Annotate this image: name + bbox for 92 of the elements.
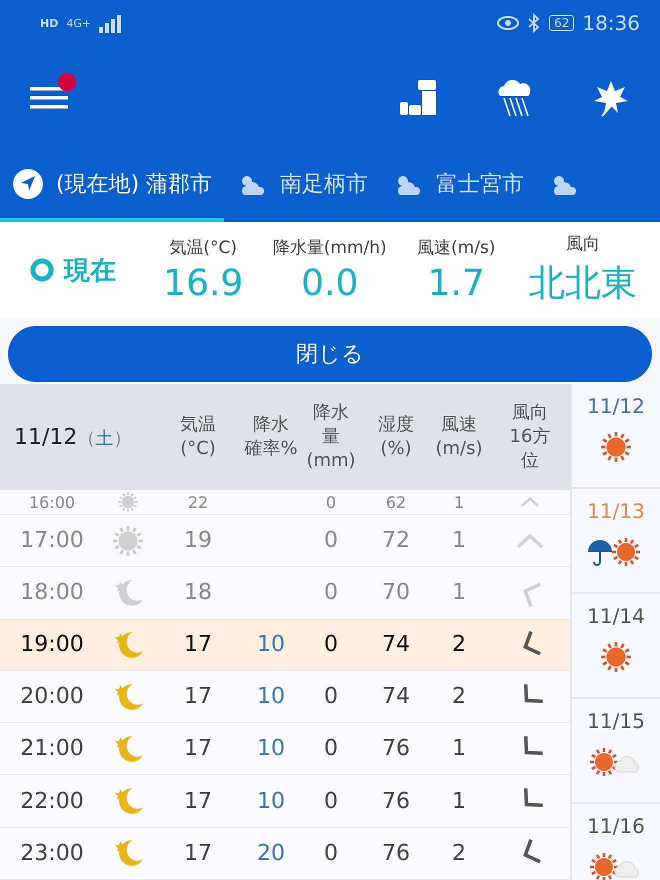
rain-probability-cell-text: 20: [256, 840, 286, 866]
day-card[interactable]: 11/14: [572, 594, 660, 699]
day-date: 11/14: [587, 604, 645, 628]
wind-speed-cell-text: 2: [451, 684, 467, 710]
temperature-cell-text: 19: [183, 528, 213, 554]
temperature-cell-text: 17: [183, 632, 213, 658]
humidity-cell-text: 74: [381, 632, 411, 658]
time-cell-text: 23:00: [19, 840, 85, 866]
rain-amount-cell-text: 0: [323, 580, 339, 606]
day-date: 11/13: [587, 499, 645, 523]
maple-leaf-button[interactable]: [592, 79, 630, 117]
temperature-cell-text: 17: [183, 840, 213, 866]
current-field-value: 0.0: [301, 263, 358, 304]
time-cell-text: 17:00: [19, 528, 85, 554]
wind-speed-cell-text: 1: [452, 492, 466, 512]
column-heading: 気温 (°C): [179, 412, 217, 462]
sun-icon: [118, 492, 138, 512]
day-date: 11/12: [587, 394, 645, 418]
column-heading: 風速 (m/s): [434, 412, 484, 462]
humidity-cell-text: 76: [381, 840, 411, 866]
rain-amount-cell-text: 0: [323, 840, 339, 866]
time-cell-text: 22:00: [19, 788, 85, 814]
time-cell-text: 21:00: [19, 736, 85, 762]
day-date: 11/16: [587, 814, 645, 838]
rain-amount-cell-text: 0: [323, 736, 339, 762]
status-text: 4G+: [66, 16, 92, 30]
bluetooth-icon: [527, 13, 542, 33]
current-field-label: 風向: [566, 233, 600, 255]
current-field-value: 1.7: [428, 263, 485, 304]
blocks-button[interactable]: [400, 80, 438, 116]
moon-icon: [115, 840, 143, 866]
day-card[interactable]: 11/15: [572, 699, 660, 804]
sun-icon: [601, 642, 631, 672]
current-field-label: 降水量(mm/h): [272, 237, 387, 259]
current-field-value: 北北東: [528, 262, 637, 306]
rain-probability-cell-text: 10: [256, 788, 286, 814]
current-field-value: 16.9: [163, 263, 244, 304]
temperature-cell-text: 18: [183, 580, 213, 606]
day-date: 11/15: [587, 709, 645, 733]
moon-icon: [115, 632, 143, 658]
humidity-cell-text: 70: [381, 580, 411, 606]
column-heading: 風向 16方 位: [508, 400, 552, 474]
moon-icon: [115, 684, 143, 710]
humidity-cell-text: 62: [384, 492, 408, 512]
current-field-label: 風速(m/s): [417, 237, 496, 259]
temperature-cell-text: 22: [186, 492, 210, 512]
time-cell-text: 20:00: [19, 684, 85, 710]
temperature-cell-text: 17: [183, 736, 213, 762]
clock: 18:36: [582, 11, 640, 35]
battery-level: 62: [549, 15, 574, 31]
city-tab[interactable]: 南足柄市: [224, 150, 380, 222]
radio-icon: [30, 258, 54, 282]
close-button[interactable]: 閉じる: [8, 326, 652, 382]
wind-speed-cell-text: 1: [451, 736, 467, 762]
rain-amount-cell-text: 0: [323, 788, 339, 814]
temperature-cell-text: 17: [183, 684, 213, 710]
eye-icon: [497, 15, 520, 31]
moon-icon: [115, 788, 143, 814]
rain-probability-cell-text: 10: [256, 684, 286, 710]
time-cell-text: 16:00: [28, 492, 76, 512]
moon-icon: [115, 736, 143, 762]
rain-amount-cell-text: 0: [323, 632, 339, 658]
time-cell-text: 19:00: [19, 632, 85, 658]
day-card[interactable]: 11/16: [572, 804, 660, 880]
current-label: 現在: [64, 254, 116, 288]
rain-probability-cell-text: 10: [256, 736, 286, 762]
wind-speed-cell-text: 1: [451, 528, 467, 554]
humidity-cell-text: 72: [381, 528, 411, 554]
rain-amount-cell-text: 0: [323, 684, 339, 710]
humidity-cell-text: 76: [381, 788, 411, 814]
column-heading: 降水 確率%: [244, 412, 298, 462]
time-cell-text: 18:00: [19, 580, 85, 606]
moon-icon: [115, 580, 143, 606]
city-tab[interactable]: 富士宮市: [380, 150, 536, 222]
status-text: HD: [40, 16, 58, 30]
sun-icon: [113, 526, 143, 556]
wind-speed-cell-text: 2: [451, 632, 467, 658]
wind-speed-cell-text: 2: [451, 840, 467, 866]
rain-probability-cell-text: 10: [256, 632, 286, 658]
wind-speed-cell-text: 1: [451, 580, 467, 606]
humidity-cell-text: 74: [381, 684, 411, 710]
date-heading: 11/12（土）: [13, 424, 132, 450]
humidity-cell-text: 76: [381, 736, 411, 762]
current-field-label: 気温(°C): [169, 237, 238, 259]
day-card[interactable]: 11/12: [572, 384, 660, 489]
column-heading: 降水 量 (mm): [305, 400, 357, 474]
wind-speed-cell-text: 1: [451, 788, 467, 814]
rain-amount-cell-text: 0: [323, 528, 339, 554]
column-heading: 湿度 (%): [377, 412, 415, 462]
temperature-cell-text: 17: [183, 788, 213, 814]
sun-icon: [601, 432, 631, 462]
rain-amount-cell-text: 0: [324, 492, 338, 512]
